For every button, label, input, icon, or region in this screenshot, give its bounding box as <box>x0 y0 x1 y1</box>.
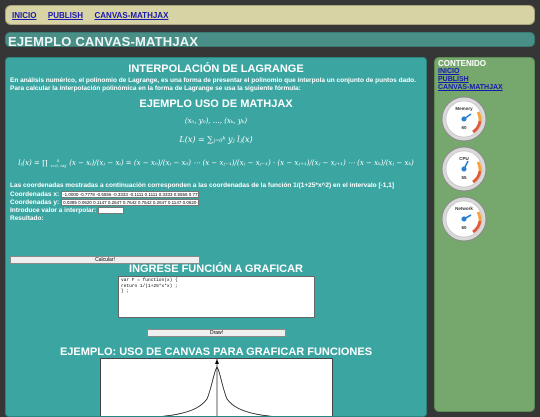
formula-basis-sub: i=0, i≠j <box>50 163 67 168</box>
function-input[interactable]: var F = function(x) { return 1/(1+25*x*x… <box>118 276 315 318</box>
graph-heading: INGRESE FUNCIÓN A GRAFICAR <box>129 263 303 275</box>
coords-note: Las coordenadas mostradas a continuación… <box>10 182 394 189</box>
sidebar-link-canvas-mathjax[interactable]: CANVAS-MATHJAX <box>438 84 534 92</box>
gauge-network-label: Network <box>455 206 473 211</box>
sidebar-title: CONTENIDO <box>438 59 486 68</box>
plot-function-curve <box>162 366 272 416</box>
gauge-memory-label: Memory <box>455 106 473 111</box>
gauge-network-icon: Network 60 <box>441 196 487 242</box>
page-title: EJEMPLO CANVAS-MATHJAX <box>8 34 199 49</box>
formula-basis-rhs: (x − xᵢ)/(xⱼ − xᵢ) = (x − x₀)/(xⱼ − x₀) … <box>69 159 414 167</box>
nav-link-publish[interactable]: PUBLISH <box>48 11 83 20</box>
sidebar: CONTENIDO INICIO PUBLISH CANVAS-MATHJAX … <box>434 57 535 412</box>
result-label: Resultado: <box>10 214 44 222</box>
sidebar-link-inicio[interactable]: INICIO <box>438 68 534 76</box>
interp-label: Introduce valor a interpolar: <box>10 206 97 214</box>
nav-link-canvas-mathjax[interactable]: CANVAS-MATHJAX <box>94 11 168 20</box>
gauge-memory-icon: Memory 60 <box>441 96 487 142</box>
gauge-network: Network 60 <box>441 196 487 242</box>
gauge-cpu: CPU 55 <box>441 146 487 192</box>
formula-basis-lhs: lⱼ(x) = ∏ <box>18 159 48 167</box>
formula-basis: lⱼ(x) = ∏ k i=0, i≠j (x − xᵢ)/(xⱼ − xᵢ) … <box>6 158 426 168</box>
coord-x-row: Coordenadas x: -1.0000 -0.7778 -0.5556 -… <box>10 190 426 198</box>
gauge-memory: Memory 60 <box>441 96 487 142</box>
draw-button[interactable]: Draw! <box>147 329 286 337</box>
gauge-cpu-icon: CPU 55 <box>441 146 487 192</box>
coord-x-field[interactable]: -1.0000 -0.7778 -0.5556 -0.3333 -0.1111 … <box>61 190 200 198</box>
interp-row: Introduce valor a interpolar: <box>10 206 426 214</box>
function-plot <box>162 359 272 416</box>
top-nav: INICIO PUBLISH CANVAS-MATHJAX <box>5 5 535 25</box>
formula-lagrange-sum: L(x) = ∑ⱼ₌₀ᵏ yⱼ lⱼ(x) <box>179 135 253 144</box>
gauge-cpu-label: CPU <box>459 156 469 161</box>
intro-paragraph: En análisis numérico, el polinomio de La… <box>10 77 416 92</box>
main-content: INTERPOLACIÓN DE LAGRANGE En análisis nu… <box>5 57 427 417</box>
formula-basis-limits: k i=0, i≠j <box>51 158 67 168</box>
coord-y-row: Coordenadas y: 0.0385 0.0620 0.1147 0.26… <box>10 198 426 206</box>
gauge-memory-value: 60 <box>461 125 467 130</box>
formula-points: (x₀, y₀), …, (xₖ, yₖ) <box>184 117 248 125</box>
page-title-bar: EJEMPLO CANVAS-MATHJAX <box>5 32 535 49</box>
gauge-cpu-value: 55 <box>461 175 467 180</box>
coord-y-label: Coordenadas y: <box>10 198 60 206</box>
coord-x-label: Coordenadas x: <box>10 190 60 198</box>
plot-axis-arrow <box>215 359 219 364</box>
gauge-network-value: 60 <box>461 225 467 230</box>
nav-link-inicio[interactable]: INICIO <box>12 11 36 20</box>
coord-y-field[interactable]: 0.0385 0.0620 0.1147 0.2647 0.7642 0.764… <box>61 198 200 206</box>
result-row: Resultado: <box>10 214 426 222</box>
mathjax-heading: EJEMPLO USO DE MATHJAX <box>139 98 293 110</box>
function-canvas[interactable] <box>100 358 333 416</box>
interp-input[interactable] <box>98 206 125 214</box>
sidebar-link-publish[interactable]: PUBLISH <box>438 76 534 84</box>
lagrange-heading: INTERPOLACIÓN DE LAGRANGE <box>128 63 304 75</box>
